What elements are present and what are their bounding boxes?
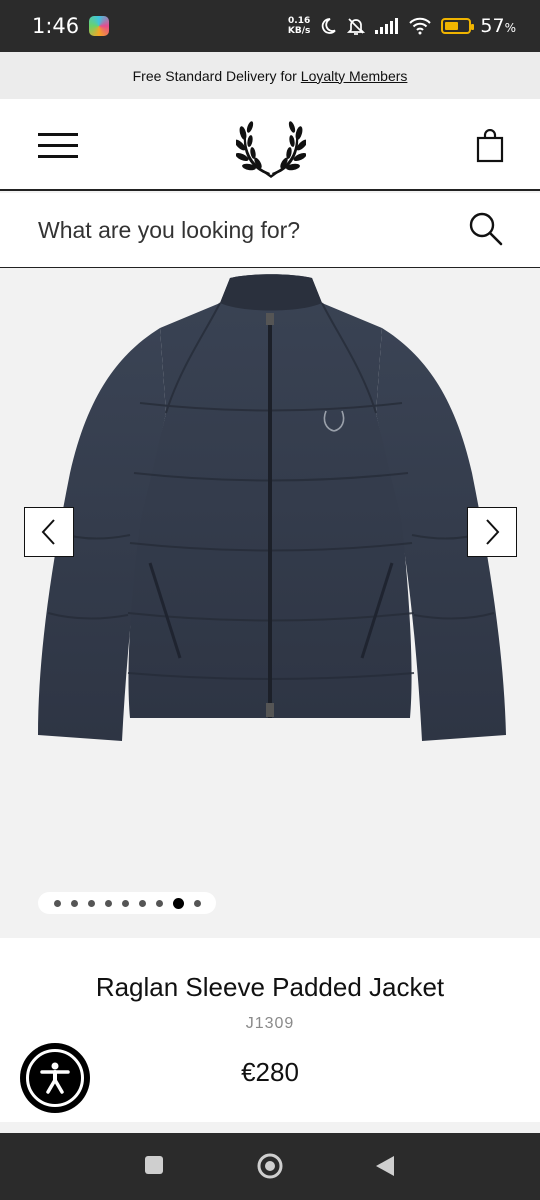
shopping-bag-icon[interactable] xyxy=(476,129,504,163)
product-info: Raglan Sleeve Padded Jacket J1309 €280 xyxy=(0,938,540,1122)
wifi-icon xyxy=(409,17,432,35)
battery-percent: 57% xyxy=(480,15,516,37)
product-name: Raglan Sleeve Padded Jacket xyxy=(95,972,445,1002)
gallery-next-button[interactable] xyxy=(467,507,517,557)
site-header xyxy=(0,99,540,191)
chevron-left-icon xyxy=(41,519,55,545)
chevron-right-icon xyxy=(486,519,500,545)
status-icons: 0.16 KB/s 57% xyxy=(288,15,516,37)
app-notification-icon xyxy=(89,16,110,36)
system-navigation-bar xyxy=(0,1133,540,1200)
pagination-dot[interactable] xyxy=(104,899,112,907)
circle-home-icon[interactable] xyxy=(256,1152,284,1180)
pagination-dot[interactable] xyxy=(53,899,61,907)
battery-percent-unit: % xyxy=(504,21,516,35)
laurel-wreath-logo[interactable] xyxy=(236,115,306,179)
network-speed-value: 0.16 xyxy=(288,16,311,26)
promo-banner: Free Standard Delivery for Loyalty Membe… xyxy=(0,52,540,99)
pagination-dot[interactable] xyxy=(155,899,163,907)
accessibility-icon xyxy=(40,1062,70,1094)
gallery-prev-button[interactable] xyxy=(24,507,74,557)
gallery-pagination-dots xyxy=(38,892,216,914)
battery-level xyxy=(445,22,458,30)
square-recents-icon[interactable] xyxy=(144,1155,164,1175)
product-code: J1309 xyxy=(245,1015,295,1032)
signal-icon xyxy=(375,18,399,34)
pagination-dot[interactable] xyxy=(70,899,78,907)
pagination-dot-active[interactable] xyxy=(172,897,184,909)
triangle-back-icon[interactable] xyxy=(374,1155,396,1177)
search-bar xyxy=(0,193,540,268)
network-speed-unit: KB/s xyxy=(287,26,311,36)
hamburger-menu-icon[interactable] xyxy=(38,133,78,159)
moon-icon xyxy=(322,18,337,34)
product-image xyxy=(38,274,506,741)
accessibility-button[interactable] xyxy=(20,1043,90,1113)
pagination-dot[interactable] xyxy=(138,899,146,907)
promo-text: Free Standard Delivery for xyxy=(132,67,297,84)
network-speed: 0.16 KB/s xyxy=(288,16,310,36)
search-icon[interactable] xyxy=(468,211,504,247)
loyalty-members-link[interactable]: Loyalty Members xyxy=(301,68,408,84)
status-time: 1:46 xyxy=(32,14,80,38)
battery-icon xyxy=(441,18,475,34)
pagination-dot[interactable] xyxy=(193,899,201,907)
bell-muted-icon xyxy=(347,18,366,35)
pagination-dot[interactable] xyxy=(121,899,129,907)
product-image-gallery[interactable] xyxy=(0,268,540,938)
battery-percent-value: 57 xyxy=(480,15,505,37)
status-bar: 1:46 0.16 KB/s 57% xyxy=(0,0,540,52)
search-input[interactable] xyxy=(38,209,438,251)
pagination-dot[interactable] xyxy=(87,899,95,907)
